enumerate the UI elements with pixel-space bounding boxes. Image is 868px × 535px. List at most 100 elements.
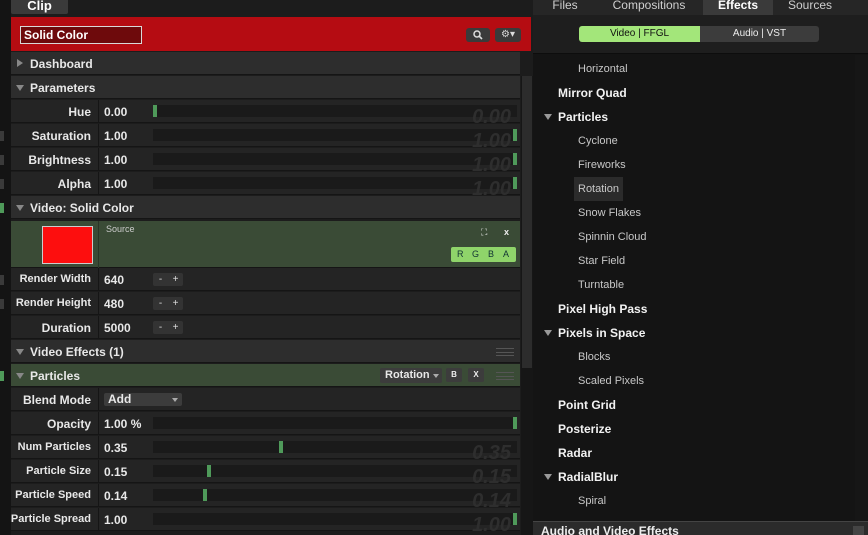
value-stepper[interactable]: - + xyxy=(153,321,183,334)
tree-item-snow-flakes[interactable]: Snow Flakes xyxy=(533,201,855,225)
subtab-video-ffgl[interactable]: Video | FFGL xyxy=(579,26,700,42)
blend-mode-value: Add xyxy=(108,392,132,406)
tree-item-scaled-pixels[interactable]: Scaled Pixels xyxy=(533,369,855,393)
channel-b[interactable]: B xyxy=(488,249,494,259)
param-slider[interactable] xyxy=(153,417,517,429)
tree-item-spiral[interactable]: Spiral xyxy=(533,489,855,513)
tree-item-radialblur[interactable]: RadialBlur xyxy=(533,465,855,489)
section-title: Parameters xyxy=(30,81,96,95)
param-value[interactable]: 0.35 xyxy=(104,441,127,455)
param-slider[interactable]: 0.15 xyxy=(153,465,517,488)
tab-compositions[interactable]: Compositions xyxy=(597,0,701,15)
increment-button[interactable]: + xyxy=(168,321,183,334)
collapse-arrow-icon[interactable] xyxy=(544,114,552,120)
tree-item-turntable[interactable]: Turntable xyxy=(533,273,855,297)
bypass-button[interactable]: B xyxy=(446,368,462,382)
color-swatch[interactable] xyxy=(42,226,93,264)
clip-scrollbar[interactable] xyxy=(521,76,533,535)
param-value[interactable]: 1.00 xyxy=(104,513,127,527)
close-icon[interactable]: x xyxy=(504,227,509,237)
param-slider[interactable]: 1.00 xyxy=(153,177,517,200)
tree-item-star-field[interactable]: Star Field xyxy=(533,249,855,273)
tree-item-rotation[interactable]: Rotation xyxy=(533,177,855,201)
collapse-arrow-icon[interactable] xyxy=(544,474,552,480)
param-row-saturation: Saturation 1.00 1.00 xyxy=(11,124,520,152)
param-value[interactable]: 5000 xyxy=(104,321,131,335)
tree-item-pixels-in-space[interactable]: Pixels in Space xyxy=(533,321,855,345)
collapse-arrow-icon[interactable] xyxy=(544,330,552,336)
slider-handle[interactable] xyxy=(207,465,211,477)
decrement-button[interactable]: - xyxy=(153,273,168,286)
expand-icon[interactable]: ⛶ xyxy=(481,228,490,237)
value-stepper[interactable]: - + xyxy=(153,297,183,310)
tree-item-radar[interactable]: Radar xyxy=(533,441,855,465)
tree-item-cyclone[interactable]: Cyclone xyxy=(533,129,855,153)
footer-title: Audio and Video Effects xyxy=(541,524,679,535)
param-value[interactable]: 1.00 % xyxy=(104,417,141,431)
tree-item-particles[interactable]: Particles xyxy=(533,105,855,129)
settings-button[interactable]: ⚙▾ xyxy=(495,28,521,42)
value-stepper[interactable]: - + xyxy=(153,273,183,286)
tree-item-blocks[interactable]: Blocks xyxy=(533,345,855,369)
tree-item-mirror-quad[interactable]: Mirror Quad xyxy=(533,81,855,105)
param-slider[interactable]: 1.00 xyxy=(153,513,517,535)
scrollbar-thumb[interactable] xyxy=(522,76,532,368)
param-value[interactable]: 1.00 xyxy=(104,153,127,167)
section-video-effects[interactable]: Video Effects (1) xyxy=(11,340,520,363)
param-row-duration: Duration 5000 - + xyxy=(11,316,520,339)
effect-preset-dropdown[interactable]: Rotation xyxy=(380,368,442,383)
decrement-button[interactable]: - xyxy=(153,321,168,334)
param-value[interactable]: 0.00 xyxy=(104,105,127,119)
tab-effects[interactable]: Effects xyxy=(703,0,773,15)
clip-name-field[interactable]: Solid Color xyxy=(20,26,142,44)
slider-handle[interactable] xyxy=(279,441,283,453)
effect-header-particles[interactable]: Particles Rotation B X xyxy=(11,364,520,387)
slider-handle[interactable] xyxy=(513,177,517,189)
slider-handle[interactable] xyxy=(513,513,517,525)
section-parameters[interactable]: Parameters xyxy=(11,76,520,99)
param-value[interactable]: 0.15 xyxy=(104,465,127,479)
drag-handle-icon[interactable] xyxy=(496,348,514,356)
clip-tab[interactable]: Clip xyxy=(11,0,68,14)
footer-toggle-button[interactable] xyxy=(853,526,864,535)
param-slider[interactable]: 0.14 xyxy=(153,489,517,512)
section-title: Dashboard xyxy=(30,57,93,71)
param-slider[interactable]: 1.00 xyxy=(153,129,517,152)
search-button[interactable] xyxy=(466,28,490,42)
slider-handle[interactable] xyxy=(513,129,517,141)
rgba-channel-toggle[interactable]: R G B A xyxy=(451,247,516,262)
tree-item-horizontal[interactable]: Horizontal xyxy=(533,57,855,81)
blend-mode-dropdown[interactable]: Add xyxy=(104,393,182,406)
subtab-audio-vst[interactable]: Audio | VST xyxy=(700,26,819,42)
param-value[interactable]: 480 xyxy=(104,297,124,311)
slider-handle[interactable] xyxy=(513,417,517,429)
decrement-button[interactable]: - xyxy=(153,297,168,310)
channel-g[interactable]: G xyxy=(472,249,479,259)
param-value[interactable]: 0.14 xyxy=(104,489,127,503)
param-value[interactable]: 1.00 xyxy=(104,177,127,191)
tab-files[interactable]: Files xyxy=(533,0,597,15)
tree-item-pixel-high-pass[interactable]: Pixel High Pass xyxy=(533,297,855,321)
tree-item-posterize[interactable]: Posterize xyxy=(533,417,855,441)
increment-button[interactable]: + xyxy=(168,297,183,310)
section-dashboard[interactable]: Dashboard xyxy=(11,52,520,75)
remove-effect-button[interactable]: X xyxy=(468,368,484,382)
drag-handle-icon[interactable] xyxy=(496,372,514,380)
slider-handle[interactable] xyxy=(513,153,517,165)
tree-item-spinnin-cloud[interactable]: Spinnin Cloud xyxy=(533,225,855,249)
browser-scrollbar[interactable] xyxy=(855,55,868,522)
param-slider[interactable]: 0.00 xyxy=(153,105,517,128)
param-slider[interactable]: 0.35 xyxy=(153,441,517,464)
tab-sources[interactable]: Sources xyxy=(775,0,845,15)
param-value[interactable]: 640 xyxy=(104,273,124,287)
tree-item-fireworks[interactable]: Fireworks xyxy=(533,153,855,177)
channel-r[interactable]: R xyxy=(457,249,464,259)
slider-handle[interactable] xyxy=(203,489,208,501)
param-value[interactable]: 1.00 xyxy=(104,129,127,143)
increment-button[interactable]: + xyxy=(168,273,183,286)
slider-handle[interactable] xyxy=(153,105,157,117)
param-slider[interactable]: 1.00 xyxy=(153,153,517,176)
channel-a[interactable]: A xyxy=(503,249,509,259)
tree-item-point-grid[interactable]: Point Grid xyxy=(533,393,855,417)
section-video-source[interactable]: Video: Solid Color xyxy=(11,196,520,219)
